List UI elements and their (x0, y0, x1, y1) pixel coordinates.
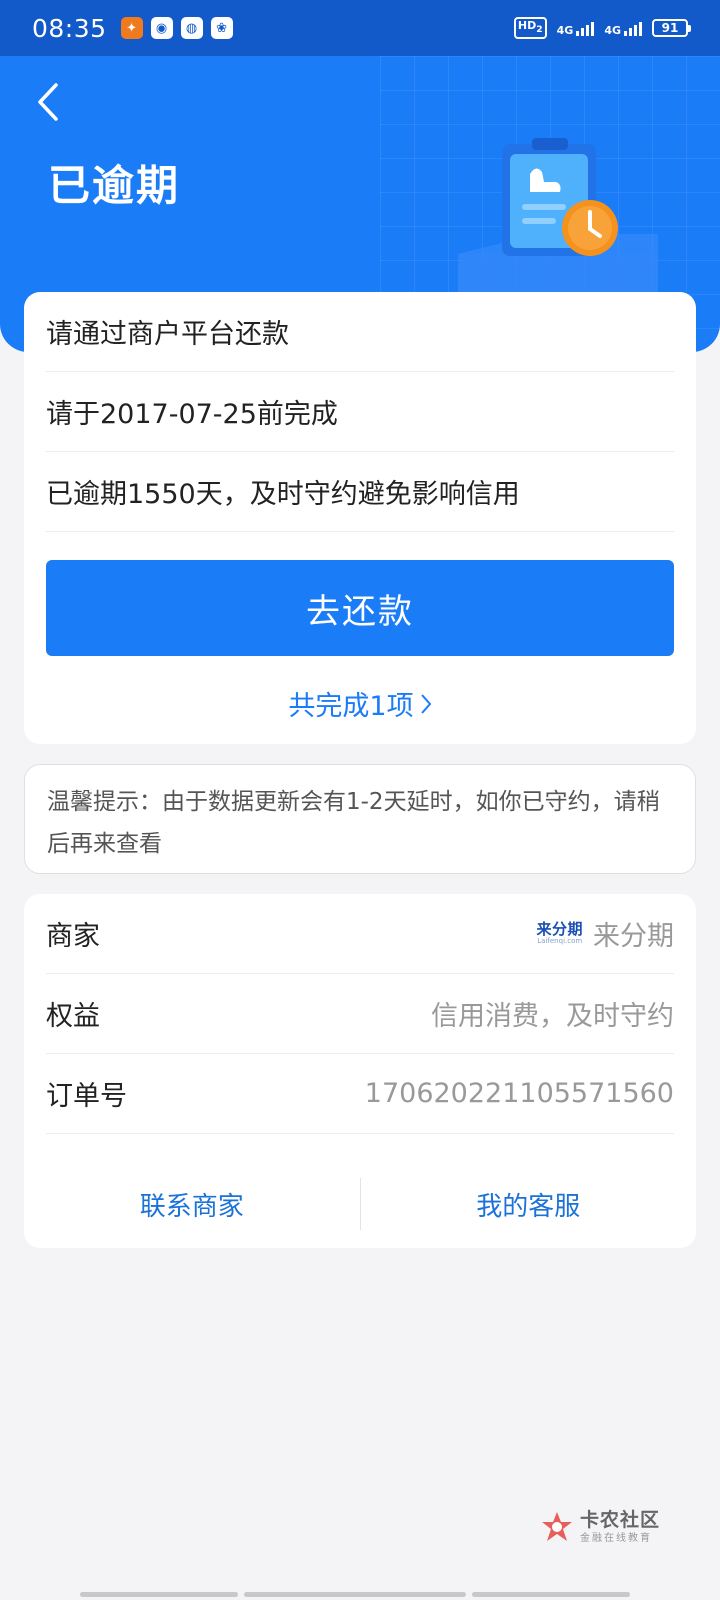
merchant-label: 商家 (46, 921, 100, 952)
battery-icon: 91 (652, 19, 691, 37)
merchant-logo-text: 来分期 (536, 920, 583, 938)
order-number-row: 订单号 17062022110557156​0 (46, 1054, 674, 1134)
navigation-gesture-bar (80, 1592, 630, 1597)
kanong-logo-icon (542, 1512, 572, 1541)
watermark-title: 卡农社区 (580, 1508, 661, 1531)
baidu-icon: ❀ (210, 17, 233, 39)
back-arrow-icon (38, 83, 58, 121)
hd-voice-icon: HD2 (513, 16, 547, 40)
completed-items-label: 共完成1项 (288, 691, 414, 722)
contact-merchant-button[interactable]: 联系商家 (24, 1186, 360, 1223)
network-label-1: 4G (556, 24, 574, 37)
watermark: 卡农社区 金融在线教育 (540, 1510, 660, 1544)
benefit-value: 信用消费，及时守约 (431, 1001, 674, 1032)
action-row: 联系商家 我的客服 (24, 1174, 696, 1234)
signal-icon-2: 4G (604, 20, 642, 36)
network-label-2: 4G (604, 24, 621, 37)
customer-service-button[interactable]: 我的客服 (361, 1186, 697, 1223)
completed-items-link[interactable]: 共完成1项 (24, 684, 696, 723)
tip-notice: 温馨提示：由于数据更新会有1-2天延时，如你已守约，请稍后再来查看 (24, 764, 696, 874)
order-details-card: 商家 来分期 Laifenqi.com 来分期 权益 信用消费，及时守约 订单号… (24, 894, 696, 1248)
signal-icon-1: 4G (557, 20, 595, 36)
repayment-card: 请通过商户平台还款 请于2017-07-25前完成 已逾期1550天，及时守约避… (24, 292, 696, 744)
status-time: 08:35 (32, 13, 107, 43)
hd-label: HD (517, 18, 537, 32)
benefit-label: 权益 (46, 1001, 100, 1032)
repay-method-row: 请通过商户平台还款 (46, 292, 674, 372)
benefit-row: 权益 信用消费，及时守约 (46, 974, 674, 1054)
watermark-subtitle: 金融在线教育 (580, 1532, 652, 1544)
merchant-logo-sub: Laifenqi.com (537, 937, 583, 945)
status-bar: 08:35 ✦ ◉ ◍ ❀ HD2 4G 4G 91 (0, 0, 720, 56)
chevron-right-icon (420, 693, 431, 714)
back-button[interactable] (30, 83, 66, 121)
wechat-icon: ◍ (180, 17, 203, 39)
merchant-value-group: 来分期 Laifenqi.com 来分期 (536, 914, 674, 953)
notification-icons: ✦ ◉ ◍ ❀ (120, 17, 233, 39)
chrome-icon: ◉ (150, 17, 173, 39)
merchant-value: 来分期 (593, 921, 674, 952)
order-number-value: 17062022110557156​0 (364, 1078, 674, 1109)
merchant-row: 商家 来分期 Laifenqi.com 来分期 (46, 894, 674, 974)
order-number-label: 订单号 (46, 1081, 127, 1112)
due-date-row: 请于2017-07-25前完成 (46, 372, 674, 452)
merchant-logo: 来分期 Laifenqi.com (536, 922, 583, 945)
browser-app-icon: ✦ (120, 17, 143, 39)
page-title: 已逾期 (48, 161, 181, 210)
status-indicators: HD2 4G 4G 91 (513, 16, 691, 40)
hd-sub: 2 (536, 24, 543, 36)
overdue-days-row: 已逾期1550天，及时守约避免影响信用 (46, 452, 674, 532)
repay-button[interactable]: 去还款 (46, 560, 674, 656)
